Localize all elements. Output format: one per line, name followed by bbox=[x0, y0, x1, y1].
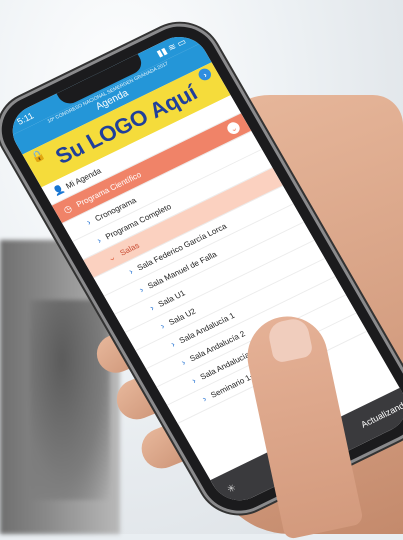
chevron-right-icon: › bbox=[158, 320, 167, 331]
next-arrow-icon[interactable]: › bbox=[196, 66, 214, 83]
battery-icon: ▭ bbox=[174, 35, 188, 49]
chevron-right-icon: › bbox=[148, 302, 156, 313]
chevron-right-icon: › bbox=[137, 284, 146, 295]
updating-text: Actualizando ... bbox=[359, 394, 403, 430]
chevron-right-icon: › bbox=[169, 339, 177, 350]
collapse-icon[interactable]: ⌄ bbox=[225, 120, 242, 136]
spinner-icon: ✳ bbox=[225, 482, 239, 496]
chevron-right-icon: › bbox=[179, 357, 188, 368]
menu-item-label: Salas bbox=[118, 240, 141, 258]
chevron-right-icon: › bbox=[127, 266, 135, 277]
chevron-right-icon: › bbox=[190, 375, 198, 386]
chevron-right-icon: › bbox=[200, 393, 209, 404]
chevron-right-icon: › bbox=[84, 217, 93, 228]
chevron-down-icon: ⌄ bbox=[105, 251, 118, 264]
chevron-right-icon: › bbox=[95, 235, 103, 246]
lock-icon[interactable]: 🔒 bbox=[29, 148, 47, 164]
